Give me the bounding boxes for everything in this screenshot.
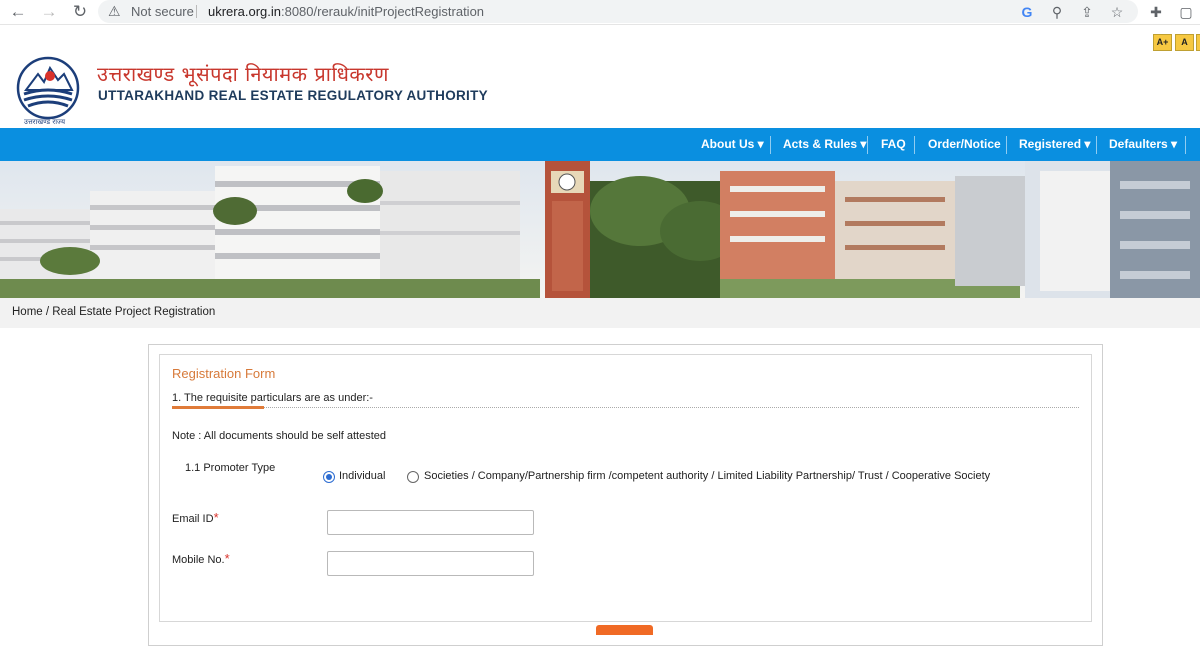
main-nav: About Us ▾ Acts & Rules ▾ FAQ Order/Noti… [0,128,1200,161]
security-status[interactable]: Not secure [131,4,194,19]
section-heading: 1. The requisite particulars are as unde… [172,392,373,404]
nav-about-us[interactable]: About Us ▾ [701,128,764,161]
extensions-icon[interactable]: ✚ [1147,3,1165,21]
radio-organisation[interactable] [407,471,419,483]
nav-divider [914,136,915,154]
site-title-english: UTTARAKHAND REAL ESTATE REGULATORY AUTHO… [98,88,488,103]
mobile-label: Mobile No.* [172,551,230,566]
section-dotted-rule [264,407,1079,409]
reload-icon[interactable]: ↻ [70,2,90,22]
zoom-icon[interactable]: ⚲ [1048,3,1066,21]
url-text[interactable]: ukrera.org.in:8080/rerauk/initProjectReg… [208,4,484,19]
nav-divider [1006,136,1007,154]
url-domain: ukrera.org.in [208,4,281,19]
logo-caption: उत्तराखण्ड राज्य [24,118,66,126]
mobile-label-text: Mobile No. [172,554,225,566]
font-decrease-button[interactable] [1196,34,1200,51]
email-field[interactable] [327,510,534,535]
nav-defaulters[interactable]: Defaulters ▾ [1109,128,1177,161]
address-divider [196,5,197,18]
forward-icon[interactable]: → [39,2,59,22]
mobile-required-mark: * [224,551,230,566]
attestation-note: Note : All documents should be self atte… [172,430,387,442]
site-title-hindi: उत्तराखण्ड भूसंपदा नियामक प्राधिकरण [97,62,389,86]
nav-acts-rules[interactable]: Acts & Rules ▾ [783,128,866,161]
nav-faq[interactable]: FAQ [881,128,906,161]
address-bar[interactable]: ⚠ Not secure ukrera.org.in:8080/rerauk/i… [98,0,1138,23]
breadcrumb: Home / Real Estate Project Registration [0,298,1200,328]
nav-divider [1185,136,1186,154]
breadcrumb-text[interactable]: Home / Real Estate Project Registration [12,306,215,318]
radio-individual[interactable] [323,471,335,483]
back-icon[interactable]: ← [8,2,28,22]
font-increase-button[interactable]: A+ [1153,34,1172,51]
radio-organisation-label[interactable]: Societies / Company/Partnership firm /co… [424,470,990,482]
bookmark-star-icon[interactable]: ☆ [1108,3,1126,21]
nav-order-notice[interactable]: Order/Notice [928,128,1001,161]
mobile-field[interactable] [327,551,534,576]
email-label: Email ID* [172,510,219,525]
section-underline [172,406,264,409]
banner-image [0,161,1200,298]
font-normal-button[interactable]: A [1175,34,1194,51]
side-panel-icon[interactable]: ▢ [1177,3,1195,21]
browser-toolbar: ← → ↻ ⚠ Not secure ukrera.org.in:8080/re… [0,0,1200,25]
email-required-mark: * [213,510,219,525]
nav-registered[interactable]: Registered ▾ [1019,128,1090,161]
warning-icon[interactable]: ⚠ [108,3,121,20]
nav-divider [770,136,771,154]
url-path: :8080/rerauk/initProjectRegistration [280,4,485,19]
nav-divider [867,136,868,154]
form-title: Registration Form [172,366,276,381]
google-icon[interactable]: G [1018,3,1036,21]
promoter-type-label: 1.1 Promoter Type [185,462,276,474]
submit-button[interactable] [596,625,653,635]
rera-logo: उत्तराखण्ड राज्य [16,56,80,126]
email-label-text: Email ID [172,513,214,525]
share-icon[interactable]: ⇪ [1078,3,1096,21]
radio-individual-label[interactable]: Individual [339,470,385,482]
nav-divider [1096,136,1097,154]
